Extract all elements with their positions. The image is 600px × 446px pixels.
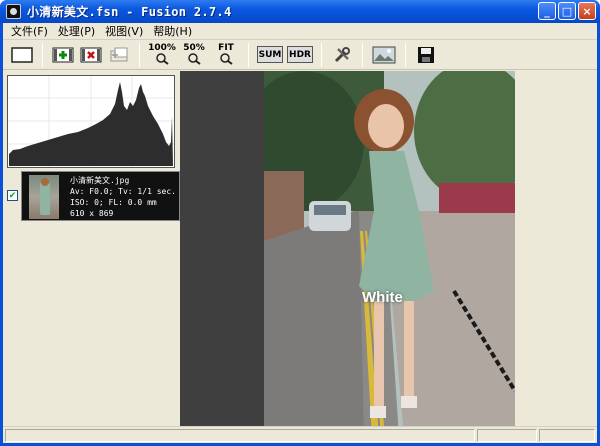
- hdr-button[interactable]: HDR: [286, 42, 314, 68]
- zoom-fit-label: FIT: [218, 43, 234, 53]
- preview-photo: [264, 71, 515, 437]
- zoom-100-button[interactable]: 100%: [147, 42, 177, 68]
- minimize-icon: _: [544, 4, 550, 18]
- settings-button[interactable]: [329, 42, 355, 68]
- menu-file[interactable]: 文件(F): [6, 23, 53, 39]
- maximize-button[interactable]: □: [558, 2, 576, 20]
- add-image-button[interactable]: [50, 42, 76, 68]
- check-icon: ✔: [8, 190, 17, 201]
- remove-image-button[interactable]: [78, 42, 104, 68]
- image-list-panel: ✔ 小清新美文.jpg Av: F0.0; Tv: 1/1 sec. ISO: 0;…: [3, 72, 180, 436]
- zoom-50-button[interactable]: 50%: [179, 42, 209, 68]
- new-button[interactable]: [9, 42, 35, 68]
- zoom-50-icon: [188, 53, 201, 65]
- status-pane-main: [5, 429, 475, 442]
- status-bar: [3, 426, 597, 443]
- thumbnail-dimensions: 610 x 869: [70, 209, 114, 218]
- settings-icon: [334, 46, 350, 62]
- zoom-50-label: 50%: [183, 43, 205, 53]
- client-area: 文件(F) 处理(P) 视图(V) 帮助(H) 100% 50% FIT SUM…: [3, 23, 597, 443]
- zoom-100-icon: [156, 53, 169, 65]
- menu-view[interactable]: 视图(V): [100, 23, 148, 39]
- histogram: [7, 75, 175, 168]
- thumbnail-iso: ISO: 0; FL: 0.0 mm: [70, 198, 157, 207]
- zoom-fit-button[interactable]: FIT: [211, 42, 241, 68]
- histogram-graph: [8, 76, 174, 167]
- app-icon[interactable]: [6, 4, 21, 19]
- thumbnail-exposure: Av: F0.0; Tv: 1/1 sec.: [70, 187, 176, 196]
- new-icon: [11, 46, 33, 63]
- toolbar-separator: [248, 42, 249, 67]
- minimize-button[interactable]: _: [538, 2, 556, 20]
- export-image-button[interactable]: [370, 42, 398, 68]
- thumbnail-info: 小清新美文.jpg Av: F0.0; Tv: 1/1 sec. ISO: 0; F…: [70, 175, 176, 219]
- thumbnail-image: [29, 175, 59, 219]
- window-title: 小清新美文.fsn - Fusion 2.7.4: [27, 5, 232, 19]
- zoom-100-label: 100%: [148, 43, 176, 53]
- maximize-icon: □: [561, 4, 573, 18]
- sum-button[interactable]: SUM: [256, 42, 284, 68]
- sum-label: SUM: [258, 49, 282, 60]
- menu-help[interactable]: 帮助(H): [148, 23, 197, 39]
- close-button[interactable]: ×: [578, 2, 596, 20]
- menu-process[interactable]: 处理(P): [53, 23, 100, 39]
- include-checkbox[interactable]: ✔: [7, 190, 18, 201]
- status-pane-3: [539, 429, 595, 442]
- toolbar-separator: [42, 42, 43, 67]
- zoom-fit-icon: [220, 53, 233, 65]
- save-icon: [418, 46, 434, 63]
- toolbar: 100% 50% FIT SUM HDR: [3, 40, 597, 70]
- menu-bar: 文件(F) 处理(P) 视图(V) 帮助(H): [3, 23, 597, 40]
- preview-image: White: [264, 71, 515, 437]
- add-icon: [52, 47, 74, 62]
- save-button[interactable]: [413, 42, 439, 68]
- thumbnail-filename: 小清新美文.jpg: [70, 176, 130, 185]
- sum-icon: SUM: [257, 46, 283, 63]
- title-bar[interactable]: 小清新美文.fsn - Fusion 2.7.4 _ □ ×: [0, 0, 600, 23]
- move-button[interactable]: [106, 42, 132, 68]
- toolbar-separator: [362, 42, 363, 67]
- close-icon: ×: [582, 4, 592, 18]
- toolbar-separator: [405, 42, 406, 67]
- status-pane-2: [477, 429, 537, 442]
- toolbar-separator: [139, 42, 140, 67]
- remove-icon: [80, 47, 102, 62]
- move-icon: [110, 47, 128, 61]
- image-viewer[interactable]: White: [180, 71, 515, 437]
- hdr-label: HDR: [289, 49, 311, 60]
- hdr-icon: HDR: [287, 46, 313, 63]
- toolbar-separator: [321, 42, 322, 67]
- thumbnail-card[interactable]: 小清新美文.jpg Av: F0.0; Tv: 1/1 sec. ISO: 0; F…: [21, 171, 180, 221]
- export-image-icon: [372, 46, 396, 63]
- app-window: 小清新美文.fsn - Fusion 2.7.4 _ □ × 文件(F) 处理(…: [0, 0, 600, 446]
- watermark-text: White: [362, 289, 403, 306]
- thumbnail-row[interactable]: ✔ 小清新美文.jpg Av: F0.0; Tv: 1/1 sec. ISO: 0;…: [5, 171, 180, 223]
